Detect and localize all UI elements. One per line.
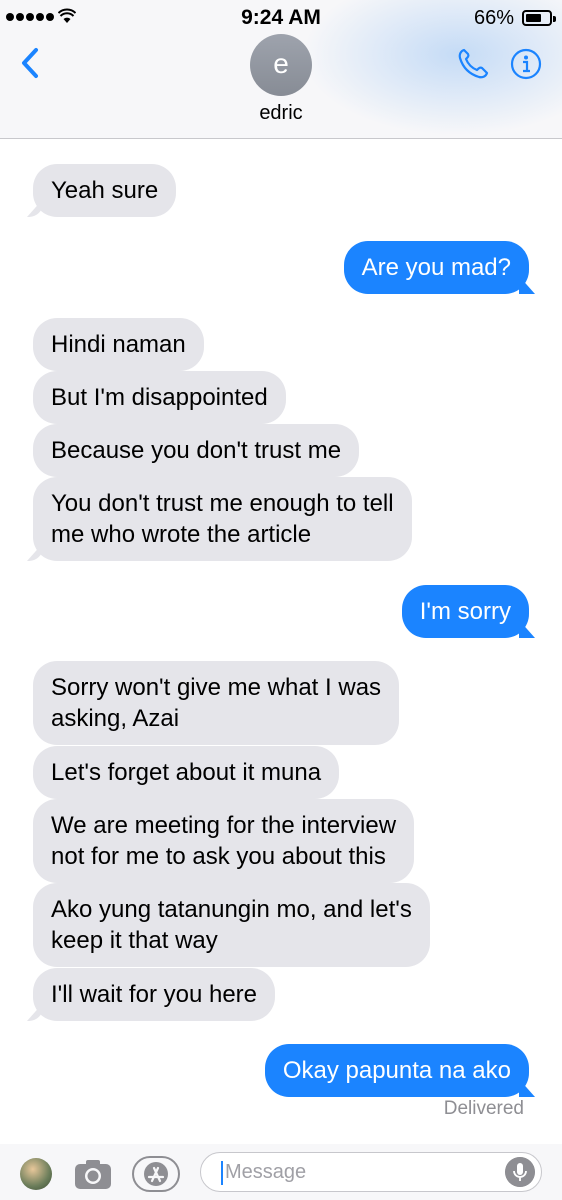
phone-icon[interactable] [456,46,490,80]
message-text-line: asking, Azai [51,705,180,732]
conversation-header: 9:24 AM 66% e edric [0,0,562,139]
microphone-icon[interactable] [505,1157,535,1187]
incoming-message[interactable]: Sorry won't give me what I was asking, A… [33,661,400,745]
message-text: Because you don't trust me [51,437,342,464]
outgoing-message[interactable]: Okay papunta na ako [264,1044,529,1097]
composer-bar: Message [0,1144,562,1200]
message-text-line: not for me to ask you about this [51,843,386,870]
incoming-message[interactable]: Let's forget about it muna [33,746,340,799]
battery-icon [522,10,556,26]
incoming-message[interactable]: Hindi naman [33,318,204,371]
status-bar: 9:24 AM 66% [0,0,562,36]
message-text: I'll wait for you here [51,981,258,1008]
incoming-message[interactable]: Because you don't trust me [33,424,360,477]
photo-app-icon[interactable] [20,1158,52,1190]
incoming-message[interactable]: You don't trust me enough to tell me who… [33,477,412,561]
message-text-line: keep it that way [51,927,218,954]
message-text: Okay papunta na ako [282,1057,511,1084]
message-text-line: Sorry won't give me what I was [51,674,382,701]
message-text-line: You don't trust me enough to tell [51,490,394,517]
message-text: I'm sorry [419,598,511,625]
back-chevron-icon[interactable] [16,46,46,80]
incoming-message[interactable]: Yeah sure [33,164,177,217]
camera-icon[interactable] [74,1158,112,1190]
message-text-line: me who wrote the article [51,521,312,548]
message-text: Hindi naman [51,331,186,358]
message-text: Yeah sure [51,177,159,204]
message-text: Are you mad? [361,254,511,281]
contact-name[interactable]: edric [0,102,562,125]
message-text: But I'm disappointed [51,384,268,411]
battery-percent: 66% [473,7,514,29]
message-placeholder: Message [225,1161,307,1183]
incoming-message[interactable]: But I'm disappointed [33,371,286,424]
message-text-line: Ako yung tatanungin mo, and let's [51,896,412,923]
message-text-line: We are meeting for the interview [51,812,397,839]
contact-avatar[interactable]: e [250,34,312,96]
incoming-message[interactable]: I'll wait for you here [33,968,276,1021]
message-input[interactable]: Message [200,1152,542,1192]
delivered-status: Delivered [443,1098,524,1119]
outgoing-message[interactable]: I'm sorry [401,585,529,638]
app-store-icon[interactable] [132,1156,180,1192]
message-text: Let's forget about it muna [51,759,322,786]
outgoing-message[interactable]: Are you mad? [343,241,529,294]
incoming-message[interactable]: We are meeting for the interview not for… [33,799,415,883]
incoming-message[interactable]: Ako yung tatanungin mo, and let's keep i… [33,883,430,967]
text-cursor [221,1161,223,1185]
info-icon[interactable] [510,48,542,80]
